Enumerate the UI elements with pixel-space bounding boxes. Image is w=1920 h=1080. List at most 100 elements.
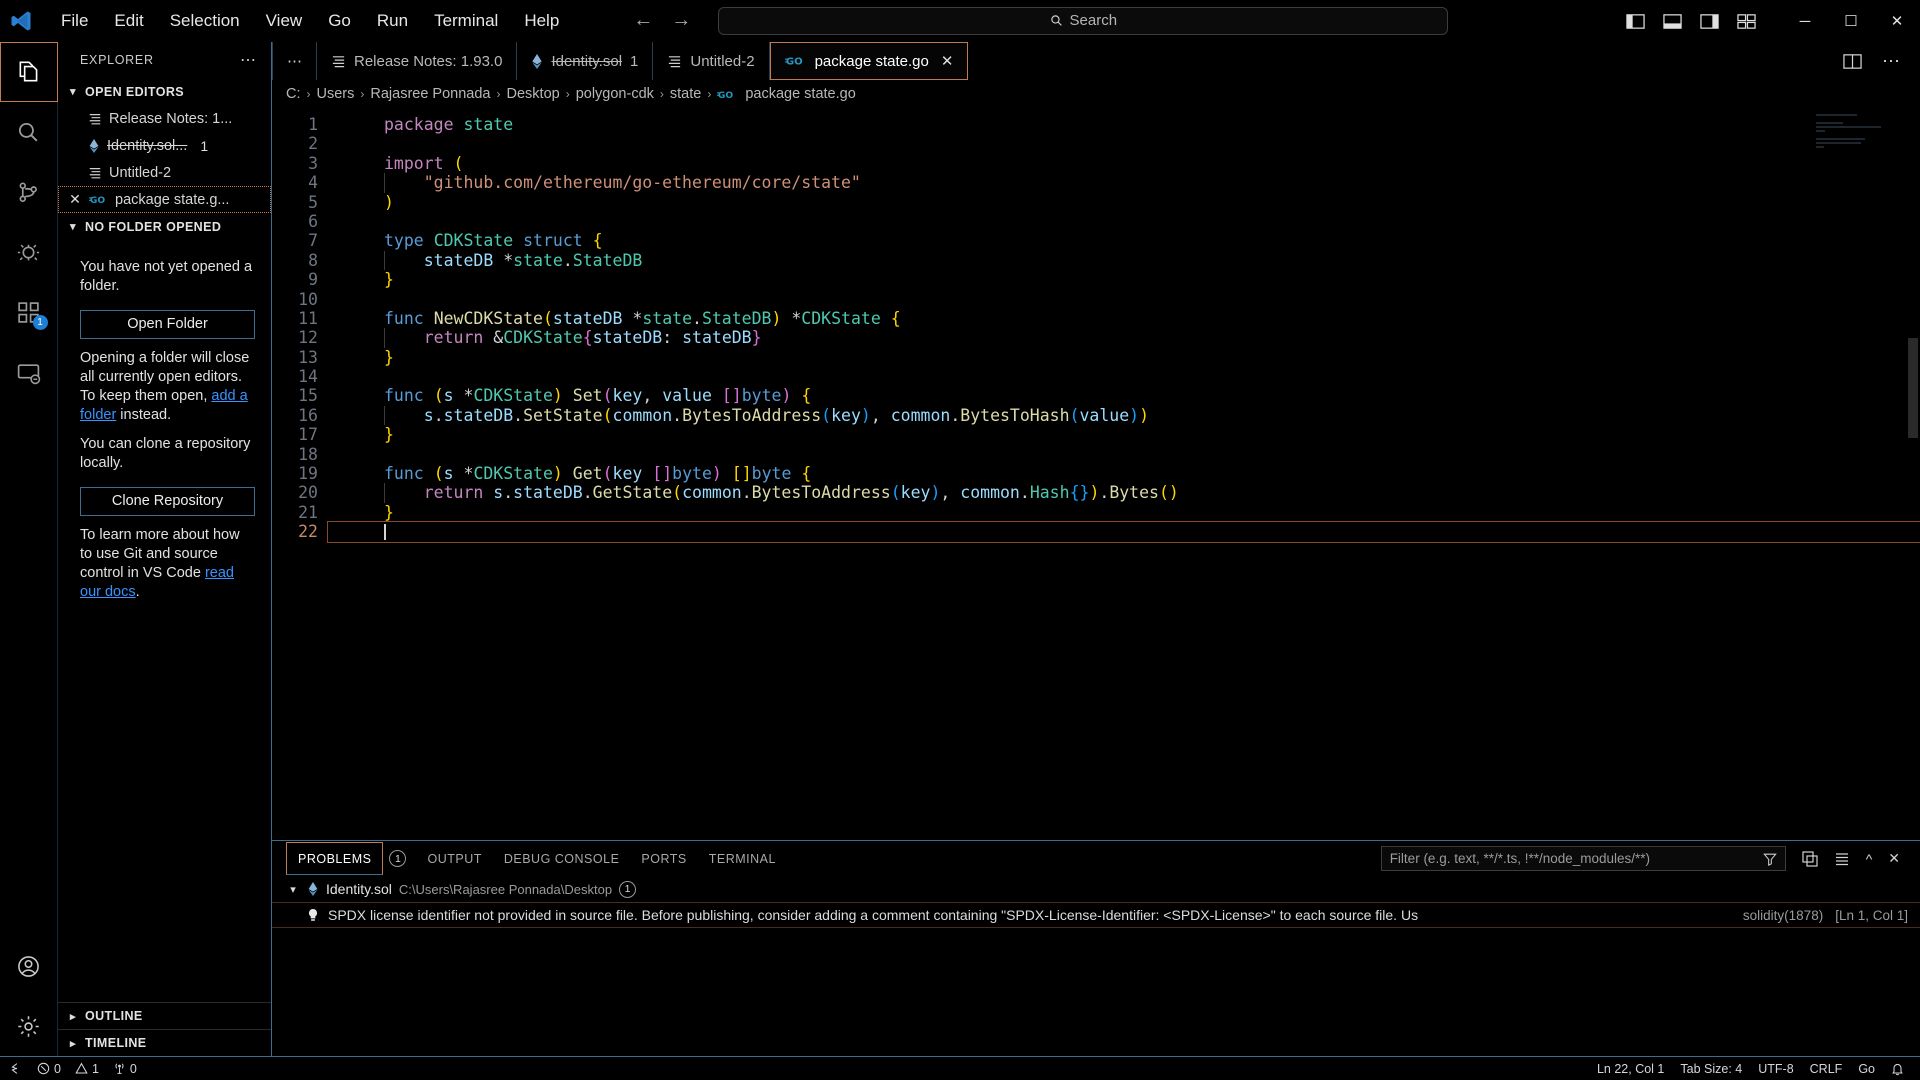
minimap[interactable] [1816,114,1906,160]
sidebar-more-actions-icon[interactable]: ⋯ [240,50,257,70]
code-line[interactable] [328,445,1920,464]
menu-go[interactable]: Go [315,7,364,35]
activity-item-source-control[interactable] [0,162,58,222]
code-content[interactable]: package state import ( "github.com/ethere… [327,108,1920,840]
section-no-folder-opened[interactable]: ▾ NO FOLDER OPENED [58,213,271,240]
activity-item-run-and-debug[interactable] [0,222,58,282]
section-outline[interactable]: ▸ OUTLINE [58,1002,271,1029]
tab-overflow-icon[interactable]: ⋯ [272,42,317,80]
tab-release-notes[interactable]: Release Notes: 1.93.0 [317,42,518,80]
code-line[interactable]: type CDKState struct { [328,231,1920,250]
code-line[interactable]: ) [328,193,1920,212]
code-line[interactable] [328,367,1920,386]
window-maximize-button[interactable]: ☐ [1828,0,1874,42]
status-language-mode[interactable]: Go [1858,1062,1875,1076]
tab-package-state-go[interactable]: GO package state.go ✕ [769,42,969,80]
open-editor-item-untitled-2[interactable]: Untitled-2 [58,159,271,186]
status-encoding[interactable]: UTF-8 [1758,1062,1793,1076]
breadcrumb-item-1[interactable]: Users [317,86,355,102]
menu-selection[interactable]: Selection [157,7,253,35]
arrow-right-icon[interactable]: → [670,9,692,32]
open-editor-item-release-notes[interactable]: Release Notes: 1... [58,105,271,132]
panel-tab-terminal[interactable]: TERMINAL [698,842,787,875]
activity-item-extensions[interactable]: 1 [0,282,58,342]
customize-layout-icon[interactable] [1737,13,1756,30]
menu-edit[interactable]: Edit [101,7,156,35]
tab-identity-sol[interactable]: Identity.sol 1 [517,42,654,80]
code-line[interactable]: import ( [328,154,1920,173]
status-warnings[interactable]: 1 [75,1062,99,1076]
activity-item-explorer[interactable] [0,42,58,102]
code-lines[interactable]: package state import ( "github.com/ethere… [327,108,1920,543]
code-line[interactable]: func (s *CDKState) Set(key, value []byte… [328,386,1920,405]
menu-terminal[interactable]: Terminal [421,7,511,35]
menu-view[interactable]: View [253,7,316,35]
arrow-left-icon[interactable]: ← [632,9,654,32]
problems-filter-input[interactable]: Filter (e.g. text, **/*.ts, !**/node_mod… [1380,846,1786,871]
code-line[interactable] [328,212,1920,231]
code-line[interactable]: func (s *CDKState) Get(key []byte) []byt… [328,464,1920,483]
activity-item-accounts[interactable] [0,936,58,996]
toggle-secondary-sidebar-icon[interactable] [1700,13,1719,30]
panel-tab-debug-console[interactable]: DEBUG CONSOLE [493,842,631,875]
filter-icon[interactable] [1762,852,1777,866]
section-timeline[interactable]: ▸ TIMELINE [58,1029,271,1056]
code-editor[interactable]: 1 2 3 4 5 6 7 8 9 10 11 12 13 14 15 16 17 18 19 20 21 22 pack… [272,108,1920,840]
breadcrumb-item-2[interactable]: Rajasree Ponnada [370,86,490,102]
code-line[interactable]: stateDB *state.StateDB [328,250,1920,271]
activity-item-search[interactable] [0,102,58,162]
status-cursor-position[interactable]: Ln 22, Col 1 [1597,1062,1664,1076]
activity-item-remote-explorer[interactable] [0,342,58,402]
code-line[interactable]: } [328,425,1920,444]
command-center-search[interactable]: Search [718,6,1449,35]
code-line[interactable] [328,134,1920,153]
code-line[interactable]: return s.stateDB.GetState(common.BytesTo… [328,483,1920,503]
more-actions-icon[interactable]: ⋯ [1882,51,1900,72]
close-icon[interactable]: ✕ [1888,850,1900,867]
panel-tab-output[interactable]: OUTPUT [416,842,492,875]
collapse-all-icon[interactable] [1802,850,1818,867]
view-as-list-icon[interactable] [1834,851,1850,867]
tab-untitled-2[interactable]: Untitled-2 [653,42,770,80]
menu-help[interactable]: Help [511,7,572,35]
code-line[interactable]: } [328,503,1920,522]
close-icon[interactable]: ✕ [941,52,954,70]
status-eol[interactable]: CRLF [1810,1062,1843,1076]
clone-repository-button[interactable]: Clone Repository [80,487,255,516]
toggle-primary-sidebar-icon[interactable] [1626,13,1645,30]
breadcrumb-item-3[interactable]: Desktop [507,86,560,102]
window-close-button[interactable]: ✕ [1874,0,1920,42]
code-line[interactable]: s.stateDB.SetState(common.BytesToAddress… [328,405,1920,426]
code-line[interactable] [328,290,1920,309]
editor-scrollbar[interactable] [1908,338,1918,438]
breadcrumb-item-0[interactable]: C: [286,86,301,102]
problems-file-group[interactable]: ▾ Identity.sol C:\Users\Rajasree Ponnada… [272,876,1920,902]
code-line[interactable]: func NewCDKState(stateDB *state.StateDB)… [328,309,1920,328]
status-tab-size[interactable]: Tab Size: 4 [1680,1062,1742,1076]
activity-item-manage[interactable] [0,996,58,1056]
chevron-down-icon[interactable]: ▾ [286,883,300,896]
status-errors[interactable]: 0 [37,1062,61,1076]
menu-run[interactable]: Run [364,7,421,35]
close-icon[interactable]: ✕ [67,191,83,208]
code-line[interactable]: } [328,348,1920,367]
breadcrumb-item-4[interactable]: polygon-cdk [576,86,654,102]
code-line[interactable] [327,521,1920,543]
code-line[interactable]: return &CDKState{stateDB: stateDB} [328,328,1920,348]
code-line[interactable]: package state [328,115,1920,134]
open-folder-button[interactable]: Open Folder [80,310,255,339]
bell-icon[interactable] [1891,1062,1904,1076]
open-editor-item-package-state-go[interactable]: ✕ GO package state.g... [58,186,271,213]
remote-indicator-icon[interactable] [10,1062,23,1075]
toggle-panel-icon[interactable] [1663,13,1682,30]
code-line[interactable]: "github.com/ethereum/go-ethereum/core/st… [328,173,1920,193]
panel-tab-problems[interactable]: PROBLEMS [286,842,384,875]
chevron-up-icon[interactable]: ^ [1866,851,1873,867]
breadcrumb-item-6[interactable]: package state.go [745,86,855,102]
window-minimize-button[interactable]: ─ [1782,0,1828,42]
section-open-editors[interactable]: ▾ OPEN EDITORS [58,78,271,105]
menu-file[interactable]: File [48,7,101,35]
status-ports[interactable]: 0 [113,1062,137,1076]
breadcrumb-item-5[interactable]: state [670,86,701,102]
open-editor-item-identity-sol[interactable]: Identity.sol... 1 [58,132,271,159]
